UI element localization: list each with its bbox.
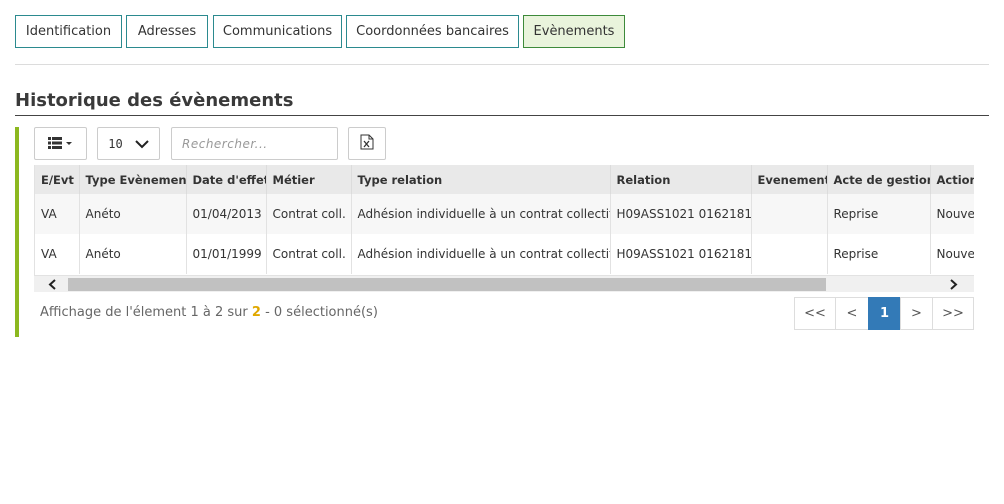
events-table: E/Evt Type Evènement Date d'effet Métier… bbox=[34, 165, 974, 275]
panel-accent-bar bbox=[15, 127, 19, 337]
columns-menu-button[interactable] bbox=[34, 127, 87, 160]
cell bbox=[751, 194, 828, 234]
cell: Nouveau bbox=[930, 234, 974, 274]
tab-communications[interactable]: Communications bbox=[213, 15, 342, 48]
column-header[interactable]: Acte de gestion bbox=[827, 165, 931, 194]
cell: VA bbox=[35, 234, 80, 274]
pagination: << < 1 > >> bbox=[794, 297, 974, 330]
cell: Anéto bbox=[79, 194, 187, 234]
list-icon bbox=[47, 134, 74, 153]
tab-evenements[interactable]: Evènements bbox=[523, 15, 625, 48]
cell: Reprise bbox=[827, 194, 931, 234]
table-row[interactable]: VA Anéto 01/04/2013 Contrat coll. Adhési… bbox=[35, 194, 974, 234]
cell: 01/04/2013 bbox=[186, 194, 267, 234]
cell: VA bbox=[35, 194, 80, 234]
tab-identification[interactable]: Identification bbox=[15, 15, 122, 48]
cell: Nouveau bbox=[930, 194, 974, 234]
column-header[interactable]: Type relation bbox=[351, 165, 611, 194]
cell: 01/01/1999 bbox=[186, 234, 267, 274]
page-1-button[interactable]: 1 bbox=[868, 297, 901, 330]
page-size-value: 10 bbox=[108, 136, 123, 151]
tab-label: Identification bbox=[25, 24, 112, 39]
table-info: Affichage de l'élement 1 à 2 sur 2 - 0 s… bbox=[40, 305, 378, 320]
page-size-select[interactable]: 10 bbox=[97, 127, 160, 160]
scroll-right-icon[interactable] bbox=[944, 276, 964, 293]
next-page-button[interactable]: > bbox=[900, 297, 933, 330]
table-header-row: E/Evt Type Evènement Date d'effet Métier… bbox=[35, 165, 974, 194]
cell: Reprise bbox=[827, 234, 931, 274]
tab-label: Communications bbox=[222, 24, 333, 39]
horizontal-scrollbar[interactable] bbox=[34, 275, 974, 292]
tab-label: Coordonnées bancaires bbox=[356, 24, 509, 39]
cell: Contrat coll. bbox=[266, 234, 352, 274]
chevron-down-icon bbox=[135, 134, 149, 153]
table-row[interactable]: VA Anéto 01/01/1999 Contrat coll. Adhési… bbox=[35, 234, 974, 274]
first-page-button[interactable]: << bbox=[794, 297, 836, 330]
tab-adresses[interactable]: Adresses bbox=[126, 15, 208, 48]
last-page-button[interactable]: >> bbox=[932, 297, 974, 330]
tab-label: Evènements bbox=[533, 24, 615, 39]
info-prefix: Affichage de l'élement 1 à 2 sur bbox=[40, 305, 252, 320]
info-total: 2 bbox=[251, 305, 261, 320]
column-header[interactable]: Type Evènement bbox=[79, 165, 187, 194]
search-input[interactable] bbox=[171, 127, 338, 160]
column-header[interactable]: E/Evt bbox=[35, 165, 80, 194]
section-title: Historique des évènements bbox=[15, 90, 294, 111]
cell: H09ASS1021 01621813 bbox=[610, 234, 752, 274]
excel-icon bbox=[360, 134, 374, 154]
prev-page-button[interactable]: < bbox=[835, 297, 869, 330]
cell: Adhésion individuelle à un contrat colle… bbox=[351, 234, 611, 274]
cell: Contrat coll. bbox=[266, 194, 352, 234]
tabs-divider bbox=[15, 64, 989, 65]
column-header[interactable]: Action bbox=[930, 165, 974, 194]
cell: H09ASS1021 01621813 bbox=[610, 194, 752, 234]
tab-label: Adresses bbox=[137, 24, 197, 39]
title-underline bbox=[15, 115, 989, 116]
column-header[interactable]: Date d'effet bbox=[186, 165, 267, 194]
tab-coordonnees-bancaires[interactable]: Coordonnées bancaires bbox=[346, 15, 519, 48]
cell: Anéto bbox=[79, 234, 187, 274]
column-header[interactable]: Métier bbox=[266, 165, 352, 194]
scroll-left-icon[interactable] bbox=[42, 276, 62, 293]
column-header[interactable]: Relation bbox=[610, 165, 752, 194]
info-suffix: - 0 sélectionné(s) bbox=[260, 305, 378, 320]
cell: Adhésion individuelle à un contrat colle… bbox=[351, 194, 611, 234]
column-header[interactable]: Evenement bbox=[751, 165, 828, 194]
cell bbox=[751, 234, 828, 274]
export-excel-button[interactable] bbox=[348, 127, 386, 160]
scrollbar-thumb[interactable] bbox=[68, 278, 826, 291]
